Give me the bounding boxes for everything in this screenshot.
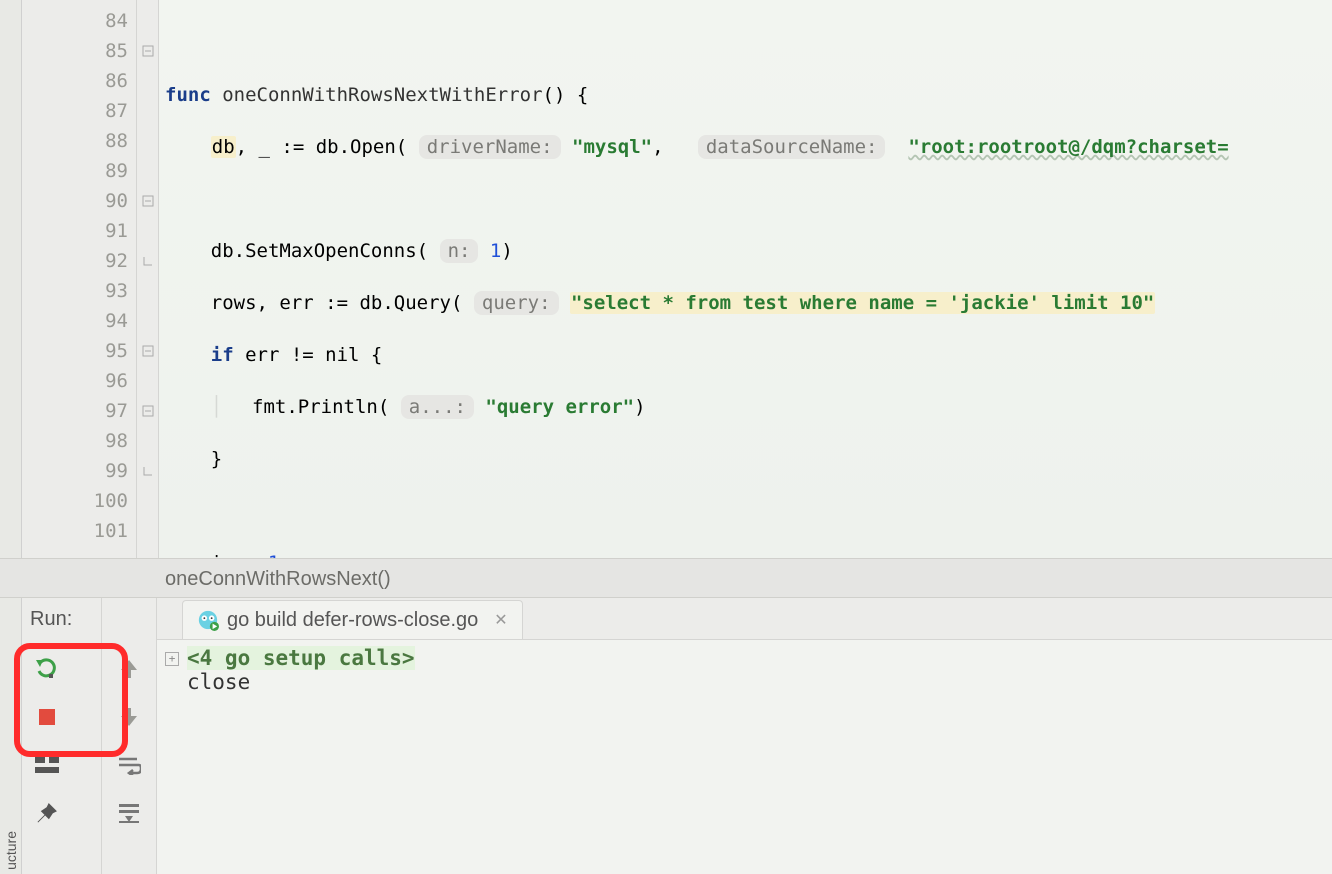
line-number: 86 (22, 66, 136, 96)
param-hint: dataSourceName: (698, 135, 886, 159)
fold-marker-open-icon[interactable] (137, 36, 158, 66)
run-output[interactable]: + <4 go setup calls> close (157, 640, 1332, 874)
structure-sidebar-stub: ucture (0, 598, 22, 874)
line-number: 88 (22, 126, 136, 156)
line-number: 99 (22, 456, 136, 486)
down-arrow-button[interactable] (114, 702, 144, 732)
fold-gutter (137, 0, 159, 558)
scroll-to-end-button[interactable] (114, 798, 144, 828)
fold-marker-open-icon[interactable] (137, 336, 158, 366)
output-line: close (187, 670, 250, 694)
code-editor[interactable]: func oneConnWithRowsNextWithError() { db… (159, 0, 1332, 558)
line-number: 85 (22, 36, 136, 66)
line-number: 95 (22, 336, 136, 366)
run-panel: ucture Run: (0, 598, 1332, 874)
line-number: 92 (22, 246, 136, 276)
line-number: 96 (22, 366, 136, 396)
param-hint: n: (440, 239, 479, 263)
run-tab[interactable]: go build defer-rows-close.go ✕ (182, 600, 523, 639)
param-hint: query: (474, 291, 559, 315)
line-number: 93 (22, 276, 136, 306)
layout-button[interactable] (32, 750, 62, 780)
fold-marker-close-icon[interactable] (137, 456, 158, 486)
line-number: 97 (22, 396, 136, 426)
fold-marker-open-icon[interactable] (137, 186, 158, 216)
run-toolbar-left: Run: (22, 598, 102, 874)
line-number: 98 (22, 426, 136, 456)
param-hint: a...: (401, 395, 474, 419)
run-label: Run: (22, 598, 101, 640)
rerun-button[interactable] (32, 654, 62, 684)
line-number: 87 (22, 96, 136, 126)
pin-button[interactable] (32, 798, 62, 828)
breadcrumb-item[interactable]: oneConnWithRowsNext() (165, 568, 391, 590)
line-number: 89 (22, 156, 136, 186)
line-number: 100 (22, 486, 136, 516)
line-number: 84 (22, 6, 136, 36)
close-tab-icon[interactable]: ✕ (494, 610, 507, 630)
run-tab-label: go build defer-rows-close.go (227, 609, 478, 632)
line-number: 94 (22, 306, 136, 336)
gopher-icon (197, 609, 219, 631)
keyword-func: func (165, 84, 211, 106)
fold-marker-close-icon[interactable] (137, 246, 158, 276)
stop-button[interactable] (32, 702, 62, 732)
expand-icon[interactable]: + (165, 652, 179, 666)
param-hint: driverName: (419, 135, 561, 159)
up-arrow-button[interactable] (114, 654, 144, 684)
line-number: 91 (22, 216, 136, 246)
run-tabs: go build defer-rows-close.go ✕ (157, 598, 1332, 640)
breadcrumb[interactable]: oneConnWithRowsNext() (0, 558, 1332, 598)
editor-area: 84 85 86 87 88 89 90 91 92 93 94 95 96 9… (0, 0, 1332, 558)
line-number: 101 (22, 516, 136, 546)
structure-sidebar-stub (0, 0, 22, 558)
soft-wrap-button[interactable] (114, 750, 144, 780)
setup-calls-folded[interactable]: <4 go setup calls> (187, 646, 415, 670)
fold-marker-open-icon[interactable] (137, 396, 158, 426)
run-toolbar-right (102, 598, 157, 874)
line-number: 90 (22, 186, 136, 216)
structure-label: ucture (3, 831, 19, 870)
line-number-gutter: 84 85 86 87 88 89 90 91 92 93 94 95 96 9… (22, 0, 137, 558)
